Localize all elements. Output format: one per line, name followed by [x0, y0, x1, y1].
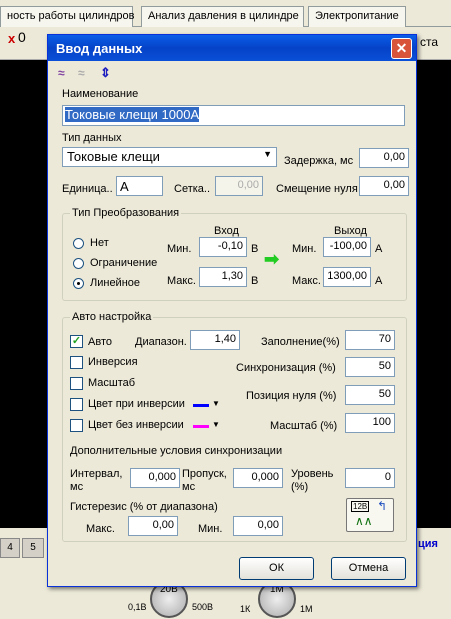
- scale-pct-label: Масштаб (%): [270, 420, 338, 432]
- level-input[interactable]: 0: [345, 468, 395, 488]
- grid-label: Сетка..: [174, 183, 211, 195]
- in-min-input[interactable]: -0,10: [199, 237, 247, 257]
- auto-label: Авто: [88, 336, 112, 348]
- dialog-title: Ввод данных: [48, 35, 416, 61]
- input-header: Вход: [214, 225, 239, 237]
- in-max-unit: В: [251, 275, 259, 287]
- hyst-max-input[interactable]: 0,00: [128, 516, 178, 536]
- app-tab-bar: ность работы цилиндров Анализ давления в…: [0, 0, 451, 27]
- color-inversion-label: Цвет при инверсии: [88, 398, 185, 410]
- output-header: Выход: [334, 225, 367, 237]
- sync-input[interactable]: 50: [345, 357, 395, 377]
- hyst-min-label: Мин.: [198, 523, 223, 535]
- radio-linear[interactable]: [73, 278, 84, 289]
- delay-label: Задержка, мс: [284, 155, 354, 167]
- voltage-knob-min: 0,1В: [128, 602, 147, 612]
- zero-shift-label: Смещение нуля: [276, 183, 358, 195]
- in-min-unit: В: [251, 243, 259, 255]
- color-inversion-checkbox[interactable]: [70, 398, 83, 411]
- toolbar-number: 0: [18, 29, 26, 45]
- zero-position-input[interactable]: 50: [345, 385, 395, 405]
- interval-unit: мс: [70, 481, 84, 493]
- sync-conditions-title: Дополнительные условия синхронизации: [70, 445, 283, 457]
- toolbar-text: ста: [420, 35, 439, 49]
- in-max-label: Макс.: [167, 275, 196, 287]
- hysteresis-label: Гистерезис (% от диапазона): [70, 501, 218, 513]
- tab-power[interactable]: Электропитание: [308, 6, 406, 27]
- zero-position-label: Позиция нуля (%): [246, 390, 337, 402]
- inversion-checkbox[interactable]: [70, 356, 83, 369]
- unit-input[interactable]: А: [116, 176, 163, 196]
- radio-none-label: Нет: [90, 237, 109, 249]
- out-min-unit: А: [375, 243, 383, 255]
- data-input-dialog: Ввод данных ✕ ≈ ≈ ⇕ Наименование Токовые…: [47, 34, 417, 587]
- chevron-down-icon: ▼: [263, 149, 272, 159]
- radio-linear-label: Линейное: [90, 277, 141, 289]
- scale-pct-input[interactable]: 100: [345, 413, 395, 433]
- right-panel-label: ция: [418, 538, 438, 550]
- name-label: Наименование: [62, 88, 139, 100]
- level-unit: (%): [291, 481, 309, 493]
- conversion-group-title: Тип Преобразования: [70, 207, 182, 219]
- fill-label: Заполнение(%): [261, 336, 340, 348]
- voltage-knob-max: 500В: [192, 602, 214, 612]
- radio-limit[interactable]: [73, 258, 84, 269]
- out-min-input[interactable]: -100,00: [323, 237, 371, 257]
- close-icon[interactable]: ✕: [391, 38, 412, 59]
- type-select[interactable]: Токовые клещи ▼: [62, 147, 277, 167]
- out-max-input[interactable]: 1300,00: [323, 267, 371, 287]
- tab-cylinder-pressure[interactable]: Анализ давления в цилиндре: [141, 6, 304, 27]
- cancel-button[interactable]: Отмена: [331, 557, 406, 580]
- skip-label: Пропуск,: [182, 468, 227, 480]
- unit-label: Единица..: [62, 183, 113, 195]
- level-label: Уровень: [291, 468, 334, 480]
- chevron-down-icon[interactable]: ▼: [212, 399, 220, 408]
- swap-icon[interactable]: ⇕: [100, 65, 111, 81]
- radio-none[interactable]: [73, 238, 84, 249]
- skip-input[interactable]: 0,000: [233, 468, 283, 488]
- auto-checkbox[interactable]: ✓: [70, 335, 83, 348]
- inversion-label: Инверсия: [88, 356, 138, 368]
- out-max-label: Макс.: [292, 275, 321, 287]
- sync-wave-icon[interactable]: 12B ↰ ∧∧: [346, 498, 394, 532]
- time-knob-max: 1М: [300, 604, 313, 614]
- sync-label: Синхронизация (%): [236, 362, 336, 374]
- chevron-down-icon[interactable]: ▼: [212, 420, 220, 429]
- color-inversion-swatch[interactable]: [193, 404, 209, 407]
- wave-disabled-icon: ≈: [78, 66, 85, 80]
- fill-input[interactable]: 70: [345, 330, 395, 350]
- auto-settings-title: Авто настройка: [70, 311, 154, 323]
- radio-limit-label: Ограничение: [90, 257, 158, 269]
- out-max-unit: А: [375, 275, 383, 287]
- tab-cylinder-work[interactable]: ность работы цилиндров: [0, 6, 135, 27]
- wave-icon[interactable]: ≈: [58, 66, 65, 80]
- interval-label: Интервал,: [70, 468, 123, 480]
- zero-icon[interactable]: x: [8, 31, 15, 46]
- ok-button[interactable]: ОК: [239, 557, 314, 580]
- zero-shift-input[interactable]: 0,00: [359, 176, 409, 196]
- delay-input[interactable]: 0,00: [359, 148, 409, 168]
- time-knob-min: 1К: [240, 604, 251, 614]
- hyst-max-label: Макс.: [86, 523, 115, 535]
- skip-unit: мс: [182, 481, 196, 493]
- color-no-inversion-label: Цвет без инверсии: [88, 419, 184, 431]
- page-button-5[interactable]: 5: [22, 538, 44, 558]
- color-no-inversion-checkbox[interactable]: [70, 419, 83, 432]
- interval-input[interactable]: 0,000: [130, 468, 180, 488]
- name-input[interactable]: Токовые клещи 1000А: [62, 105, 405, 126]
- grid-input: 0,00: [215, 176, 263, 196]
- scale-label: Масштаб: [88, 377, 136, 389]
- arrow-right-icon: ➡: [264, 249, 280, 269]
- in-max-input[interactable]: 1,30: [199, 267, 247, 287]
- out-min-label: Мин.: [292, 243, 317, 255]
- page-button-4[interactable]: 4: [0, 538, 20, 558]
- range-input[interactable]: 1,40: [190, 330, 240, 350]
- in-min-label: Мин.: [167, 243, 192, 255]
- type-label: Тип данных: [62, 132, 122, 144]
- hyst-min-input[interactable]: 0,00: [233, 516, 283, 536]
- range-label: Диапазон.: [135, 336, 187, 348]
- scale-checkbox[interactable]: [70, 377, 83, 390]
- color-no-inversion-swatch[interactable]: [193, 425, 209, 428]
